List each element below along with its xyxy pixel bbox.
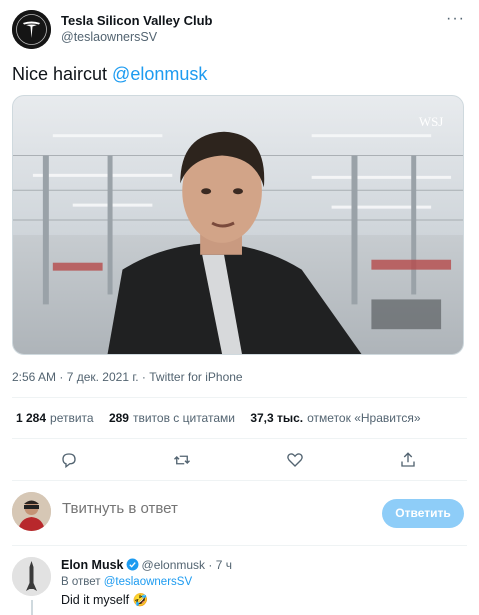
author-name[interactable]: Tesla Silicon Valley Club [61, 13, 212, 28]
divider [12, 397, 467, 398]
tweet-text: Nice haircut @elonmusk [12, 64, 207, 85]
reply-to-prefix: В ответ [61, 576, 104, 588]
tweet-media-image[interactable]: WSJ [12, 95, 464, 355]
tweet-stats: 1 284 ретвита 289 твитов с цитатами 37,3 т… [16, 411, 433, 425]
reply-icon[interactable] [57, 448, 81, 472]
divider [12, 480, 467, 481]
tweet-timestamp[interactable]: 2:56 AM · 7 дек. 2021 г. · Twitter for i… [12, 370, 243, 384]
author-avatar[interactable] [12, 10, 51, 49]
reply-to-line: В ответ @teslaownersSV [61, 576, 192, 588]
tweet-mention-link[interactable]: @elonmusk [112, 64, 207, 84]
thread-line [31, 600, 33, 615]
reply-author-name[interactable]: Elon Musk [61, 558, 124, 572]
tweet-header: Tesla Silicon Valley Club @teslaownersSV… [12, 10, 467, 50]
reply-author-handle[interactable]: @elonmusk [142, 558, 206, 572]
reply-author-avatar[interactable] [12, 557, 51, 596]
retweet-icon[interactable] [170, 448, 194, 472]
reply-composer: Ответить [12, 490, 467, 536]
retweets-label: ретвита [50, 411, 94, 425]
wsj-watermark: WSJ [419, 114, 443, 129]
quotes-label: твитов с цитатами [132, 411, 235, 425]
share-icon[interactable] [396, 448, 420, 472]
retweets-stat[interactable]: 1 284 ретвита [16, 411, 94, 425]
factory-interview-image: WSJ [13, 96, 463, 354]
likes-stat[interactable]: 37,3 тыс. отметок «Нравится» [250, 411, 420, 425]
user-photo-icon [12, 492, 51, 531]
reply-time[interactable]: · 7 ч [208, 558, 232, 572]
quotes-count: 289 [108, 411, 129, 425]
reply-button[interactable]: Ответить [382, 499, 464, 528]
reply-tweet[interactable]: Elon Musk @elonmusk · 7 ч В ответ @teslao… [12, 555, 467, 615]
elon-avatar-icon [12, 557, 51, 596]
tesla-logo-icon [12, 10, 51, 49]
divider [12, 545, 467, 546]
quotes-stat[interactable]: 289 твитов с цитатами [109, 411, 235, 425]
reply-text: Did it myself 🤣 [61, 593, 149, 607]
tweet-text-body: Nice haircut [12, 64, 113, 84]
reply-header: Elon Musk @elonmusk · 7 ч [61, 558, 232, 572]
like-icon[interactable] [283, 448, 307, 472]
divider [12, 438, 467, 439]
retweets-count: 1 284 [16, 411, 47, 425]
reply-input[interactable] [62, 500, 342, 517]
tweet-actions [12, 440, 467, 480]
more-options-icon[interactable]: ··· [446, 10, 465, 28]
likes-label: отметок «Нравится» [307, 411, 421, 425]
current-user-avatar[interactable] [12, 492, 51, 531]
reply-to-handle[interactable]: @teslaownersSV [104, 576, 192, 588]
verified-badge-icon [126, 558, 138, 571]
likes-count: 37,3 тыс. [250, 411, 304, 425]
author-handle[interactable]: @teslaownersSV [61, 30, 157, 44]
